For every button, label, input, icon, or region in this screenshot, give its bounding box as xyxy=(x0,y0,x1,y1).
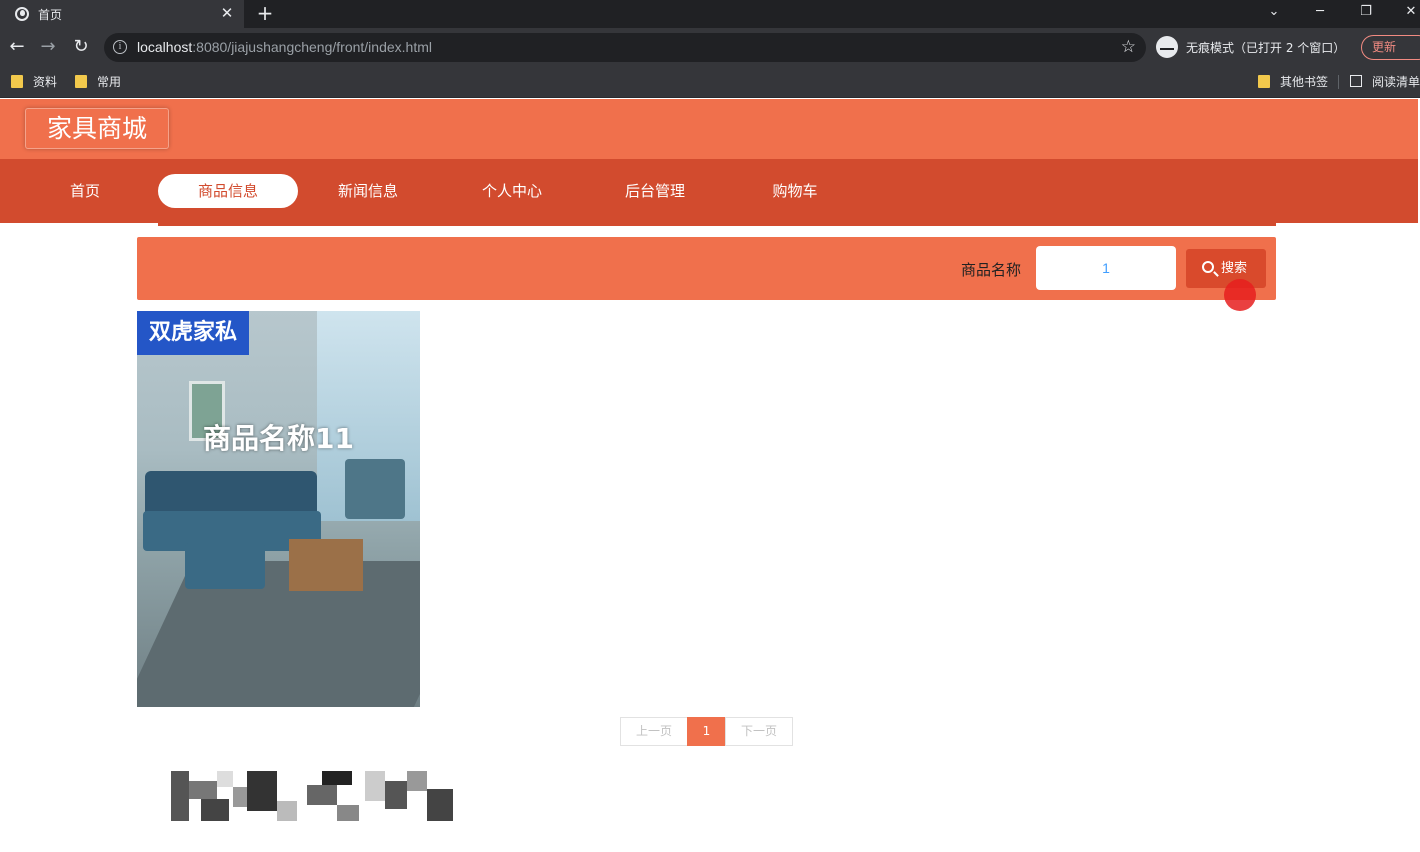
page-1-button[interactable]: 1 xyxy=(687,717,726,746)
minimize-icon[interactable]: ─ xyxy=(1309,2,1331,22)
search-button[interactable]: 搜索 xyxy=(1186,249,1266,288)
product-image-chaise xyxy=(185,543,265,589)
close-tab-icon[interactable]: ✕ xyxy=(218,4,236,22)
update-button[interactable]: 更新 xyxy=(1361,35,1420,60)
folder-icon xyxy=(11,75,23,88)
url-path: :8080/jiajushangcheng/front/index.html xyxy=(192,39,432,55)
bookmark-label: 阅读清单 xyxy=(1372,75,1420,89)
browser-toolbar: ← → ↻ i localhost:8080/jiajushangcheng/f… xyxy=(0,28,1420,66)
restore-icon[interactable]: ❐ xyxy=(1355,2,1377,22)
bookmark-star-icon[interactable]: ☆ xyxy=(1121,37,1136,57)
product-image-chair xyxy=(345,459,405,519)
reading-list[interactable]: 阅读清单 xyxy=(1350,73,1420,91)
incognito-icon xyxy=(1156,36,1178,58)
nav-personal-center[interactable]: 个人中心 xyxy=(462,174,562,208)
nav-divider xyxy=(158,223,1276,226)
product-name-input[interactable] xyxy=(1036,246,1176,290)
bookmarks-bar: 资料 常用 其他书签 阅读清单 xyxy=(0,66,1420,98)
site-info-icon[interactable]: i xyxy=(113,40,127,54)
tab-search-icon[interactable]: ⌄ xyxy=(1263,2,1285,22)
click-indicator xyxy=(1224,279,1256,311)
product-image-rug xyxy=(137,561,420,707)
browser-tab-strip: 首页 ✕ + ⌄ ─ ❐ ✕ xyxy=(0,0,1420,28)
product-card[interactable]: 双虎家私 商品名称11 xyxy=(137,311,420,707)
reload-icon[interactable]: ↻ xyxy=(71,37,91,57)
nav-cart[interactable]: 购物车 xyxy=(745,174,845,208)
footer-pixelated-logo xyxy=(157,771,455,827)
back-icon[interactable]: ← xyxy=(7,37,27,57)
new-tab-button[interactable]: + xyxy=(255,3,275,23)
incognito-label: 无痕模式（已打开 2 个窗口） xyxy=(1186,41,1346,55)
nav-news[interactable]: 新闻信息 xyxy=(318,174,418,208)
product-brand-tag: 双虎家私 xyxy=(137,311,249,355)
bookmark-label: 资料 xyxy=(33,75,58,89)
close-window-icon[interactable]: ✕ xyxy=(1400,2,1420,22)
bookmark-label: 常用 xyxy=(97,75,122,89)
folder-icon xyxy=(75,75,87,88)
search-label: 商品名称 xyxy=(961,261,1022,279)
search-icon xyxy=(1202,261,1214,273)
bookmark-folder-changyong[interactable]: 常用 xyxy=(75,73,121,91)
url-text[interactable]: localhost:8080/jiajushangcheng/front/ind… xyxy=(137,39,432,55)
folder-icon xyxy=(1258,75,1270,88)
page-content: 家具商城 首页 商品信息 新闻信息 个人中心 后台管理 购物车 商品名称 搜索 … xyxy=(0,99,1420,852)
bookmark-folder-other[interactable]: 其他书签 xyxy=(1258,73,1328,91)
next-page-button[interactable]: 下一页 xyxy=(725,717,793,746)
globe-icon xyxy=(15,7,29,21)
site-header: 家具商城 xyxy=(0,99,1418,159)
browser-tab[interactable]: 首页 ✕ xyxy=(0,0,244,28)
address-bar[interactable]: i localhost:8080/jiajushangcheng/front/i… xyxy=(104,33,1146,62)
site-logo[interactable]: 家具商城 xyxy=(25,108,169,149)
main-nav: 首页 商品信息 新闻信息 个人中心 后台管理 购物车 xyxy=(0,159,1418,223)
reading-list-icon xyxy=(1350,75,1362,87)
nav-products[interactable]: 商品信息 xyxy=(158,174,298,208)
product-title[interactable]: 商品名称11 xyxy=(137,417,420,457)
nav-admin[interactable]: 后台管理 xyxy=(605,174,705,208)
forward-icon[interactable]: → xyxy=(38,37,58,57)
bookmark-folder-ziliao[interactable]: 资料 xyxy=(11,73,57,91)
product-image-table xyxy=(289,539,363,591)
bookmark-label: 其他书签 xyxy=(1280,75,1329,89)
prev-page-button[interactable]: 上一页 xyxy=(620,717,688,746)
tab-title: 首页 xyxy=(38,8,63,22)
nav-home[interactable]: 首页 xyxy=(46,174,124,208)
url-host: localhost xyxy=(137,39,193,55)
bookmark-separator xyxy=(1338,75,1339,89)
search-bar: 商品名称 搜索 xyxy=(137,237,1276,300)
